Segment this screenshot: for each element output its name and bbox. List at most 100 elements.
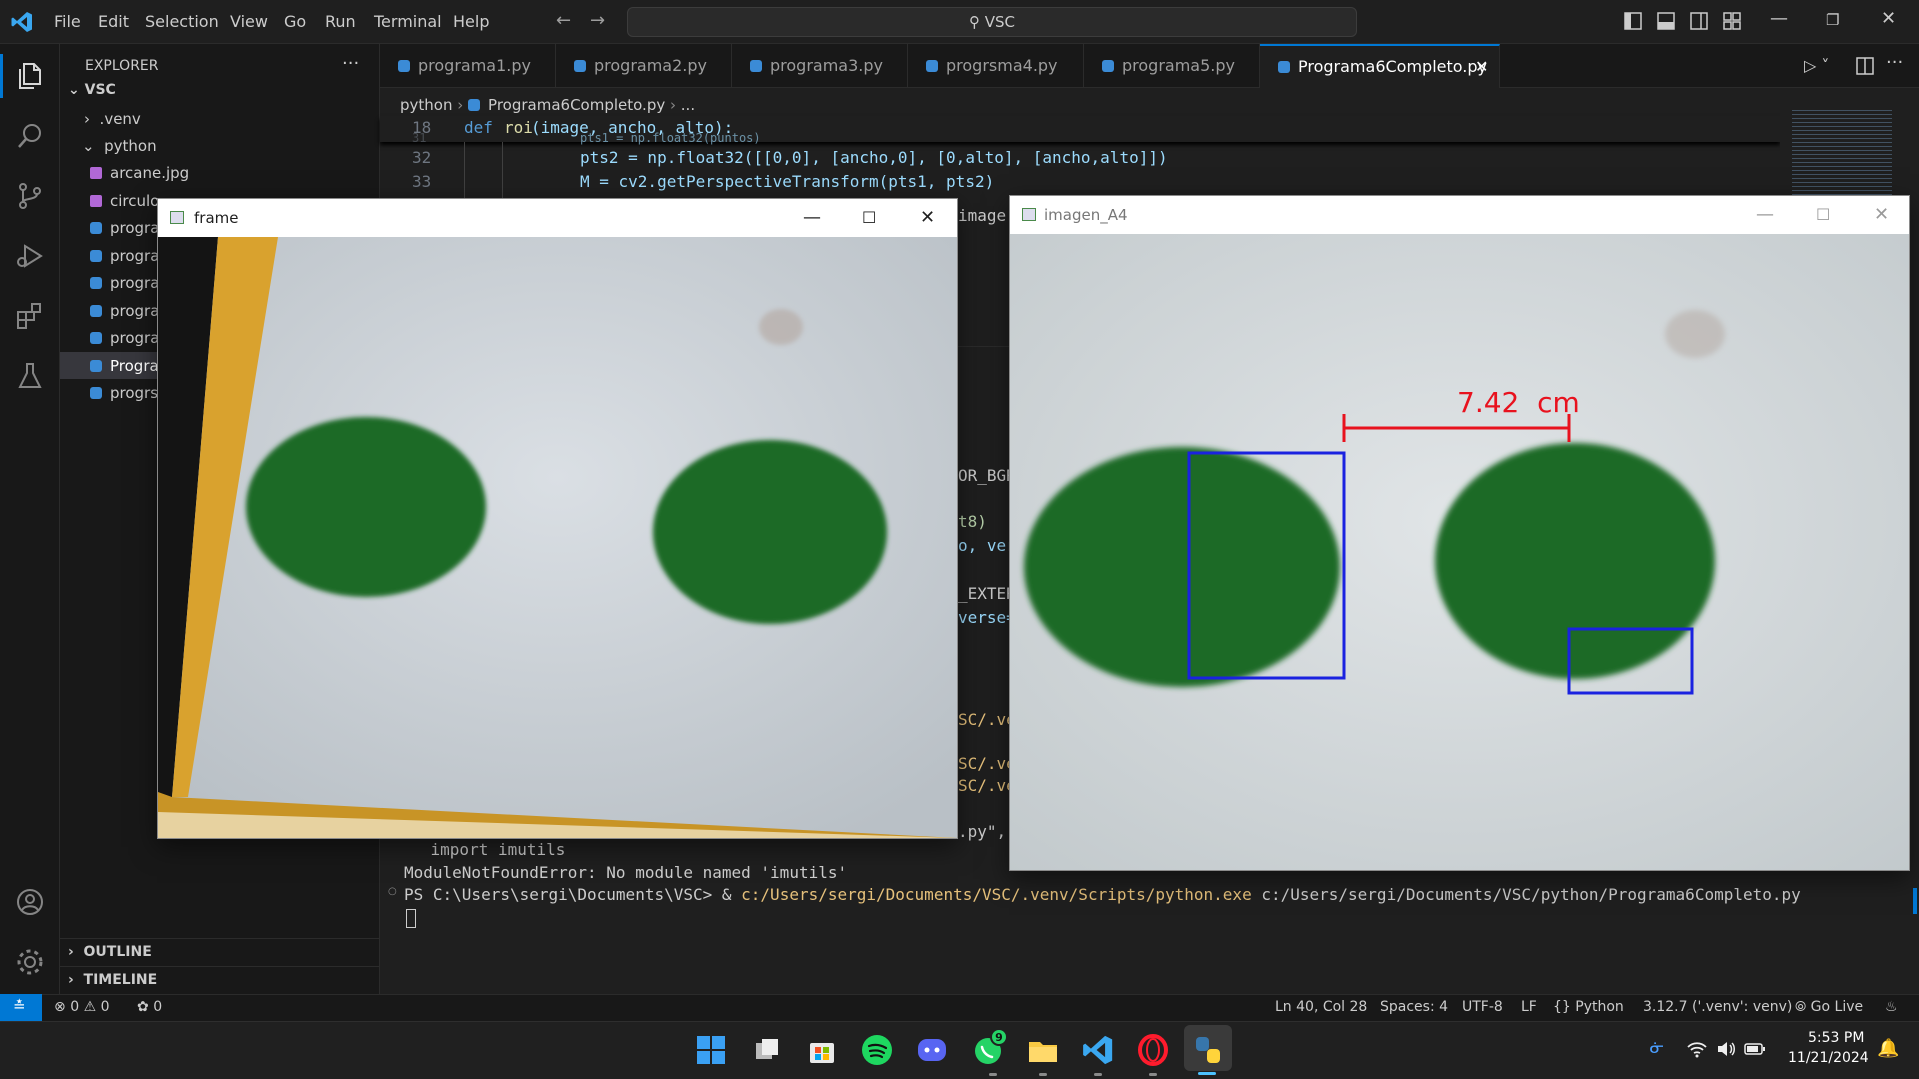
extensions-icon[interactable] — [14, 300, 46, 332]
volume-icon[interactable] — [1716, 1040, 1736, 1058]
cursor-position[interactable]: Ln 40, Col 28 — [1275, 999, 1367, 1015]
tab-programa6completo[interactable]: Programa6Completo.py ✕ — [1260, 44, 1500, 88]
remote-indicator[interactable]: ≛ — [0, 994, 42, 1021]
search-icon: ⚲ — [968, 13, 980, 31]
encoding[interactable]: UTF-8 — [1462, 999, 1503, 1015]
language-mode[interactable]: {} Python — [1553, 999, 1624, 1015]
tree-item-arcane[interactable]: arcane.jpg — [90, 164, 189, 182]
spotify-icon[interactable] — [860, 1033, 894, 1067]
minimize-icon[interactable]: — — [1756, 196, 1774, 234]
tree-item-python[interactable]: ⌄ python — [82, 137, 157, 155]
file-explorer-icon[interactable] — [1026, 1033, 1060, 1067]
green-circle-left — [246, 417, 486, 597]
more-actions-icon[interactable]: ··· — [342, 53, 359, 74]
ports-indicator[interactable]: ✿ 0 — [137, 999, 162, 1015]
windows-start-icon[interactable] — [694, 1033, 728, 1067]
menu-go[interactable]: Go — [284, 12, 306, 31]
problems-indicator[interactable]: ⊗ 0 ⚠ 0 — [54, 999, 110, 1015]
minimize-icon[interactable]: — — [1770, 8, 1788, 29]
menu-help[interactable]: Help — [453, 12, 489, 31]
accounts-icon[interactable] — [14, 886, 46, 918]
breadcrumb-folder[interactable]: python — [400, 96, 452, 114]
toggle-panel-icon[interactable] — [1657, 12, 1675, 30]
menu-run[interactable]: Run — [325, 12, 356, 31]
tree-item-file[interactable]: progrs — [90, 384, 158, 402]
go-live-button[interactable]: ⦾ Go Live — [1795, 999, 1863, 1015]
tree-item-venv[interactable]: › .venv — [84, 110, 141, 128]
python-taskbar-icon[interactable] — [1191, 1033, 1225, 1067]
workspace-root[interactable]: ⌄ VSC — [68, 82, 116, 98]
tab-close-icon[interactable]: ✕ — [1475, 46, 1488, 88]
clock-time[interactable]: 5:53 PM — [1808, 1030, 1864, 1046]
tree-item-active-file[interactable]: Progra — [90, 357, 159, 375]
tab-programa2[interactable]: programa2.py — [556, 44, 732, 88]
run-debug-icon[interactable] — [14, 240, 46, 272]
vscode-taskbar-icon[interactable] — [1081, 1033, 1115, 1067]
task-view-icon[interactable] — [750, 1033, 784, 1067]
tree-item-file[interactable]: progra — [90, 247, 159, 265]
editor-more-icon[interactable]: ··· — [1886, 52, 1903, 73]
menu-terminal[interactable]: Terminal — [374, 12, 442, 31]
clock-date[interactable]: 11/21/2024 — [1788, 1050, 1869, 1066]
code-fragment: o, ver — [958, 536, 1016, 555]
customize-layout-icon[interactable] — [1723, 12, 1741, 30]
toggle-sidebar-icon[interactable] — [1624, 12, 1642, 30]
timeline-section[interactable]: › TIMELINE — [68, 972, 157, 988]
menu-edit[interactable]: Edit — [98, 12, 129, 31]
wifi-icon[interactable] — [1686, 1040, 1708, 1058]
explorer-icon[interactable] — [14, 60, 46, 92]
forward-arrow-icon[interactable]: → — [590, 10, 605, 31]
frame-titlebar[interactable]: frame — ☐ ✕ — [158, 199, 957, 237]
source-control-icon[interactable] — [14, 180, 46, 212]
vscode-logo-icon[interactable] — [10, 10, 34, 34]
tab-progrsma4[interactable]: progrsma4.py — [908, 44, 1084, 88]
discord-icon[interactable] — [915, 1033, 949, 1067]
python-interpreter[interactable]: 3.12.7 ('.venv': venv) — [1643, 999, 1792, 1015]
tree-item-file[interactable]: progra — [90, 274, 159, 292]
settings-gear-icon[interactable] — [14, 946, 46, 978]
tree-item-file[interactable]: progra — [90, 219, 159, 237]
frame-window[interactable]: frame — ☐ ✕ — [157, 198, 958, 839]
notification-bell-icon[interactable]: 🔔 — [1877, 1038, 1899, 1059]
opera-icon[interactable] — [1136, 1033, 1170, 1067]
imagen-a4-window[interactable]: imagen_A4 — ☐ ✕ 7.42 cm — [1009, 195, 1910, 871]
close-icon[interactable]: ✕ — [1874, 196, 1889, 234]
tree-item-file[interactable]: progra — [90, 302, 159, 320]
menu-view[interactable]: View — [230, 12, 268, 31]
python-file-icon — [90, 332, 102, 344]
breadcrumb-file[interactable]: Programa6Completo.py — [488, 96, 665, 114]
restore-icon[interactable]: ❐ — [1826, 11, 1839, 29]
back-arrow-icon[interactable]: ← — [556, 10, 571, 31]
tab-programa1[interactable]: programa1.py — [380, 44, 556, 88]
broadcast-icon: ⦾ — [1795, 999, 1807, 1015]
maximize-icon[interactable]: ☐ — [1816, 196, 1830, 234]
close-icon[interactable]: ✕ — [1881, 8, 1896, 29]
warning-icon: ⚠ — [83, 999, 97, 1015]
indentation[interactable]: Spaces: 4 — [1380, 999, 1448, 1015]
run-file-icon[interactable]: ▷ ˅ — [1804, 56, 1829, 75]
python-file-icon — [90, 250, 102, 262]
breadcrumb-symbol[interactable]: ... — [681, 96, 695, 114]
line-ending[interactable]: LF — [1521, 999, 1537, 1015]
split-editor-icon[interactable] — [1856, 57, 1874, 75]
tree-item-circulo[interactable]: circulo — [90, 192, 159, 210]
tree-item-file[interactable]: progra — [90, 329, 159, 347]
battery-icon[interactable] — [1744, 1043, 1766, 1055]
terminal-panel[interactable]: ModuleNotFoundError: No module named 'im… — [380, 860, 1900, 994]
imagen-titlebar[interactable]: imagen_A4 — ☐ ✕ — [1010, 196, 1909, 234]
microsoft-store-icon[interactable] — [805, 1033, 839, 1067]
tab-programa3[interactable]: programa3.py — [732, 44, 908, 88]
toggle-secondary-sidebar-icon[interactable] — [1690, 12, 1708, 30]
notifications-bell-icon[interactable]: ♨ — [1885, 999, 1898, 1015]
command-center-search[interactable]: ⚲ VSC — [627, 7, 1357, 37]
menu-file[interactable]: File — [54, 12, 81, 31]
minimize-icon[interactable]: — — [803, 199, 821, 237]
bluetooth-icon[interactable]: ᓃ — [1650, 1038, 1664, 1058]
menu-selection[interactable]: Selection — [145, 12, 219, 31]
outline-section[interactable]: › OUTLINE — [68, 944, 152, 960]
testing-flask-icon[interactable] — [14, 360, 46, 392]
search-icon[interactable] — [14, 120, 46, 152]
tab-programa5[interactable]: programa5.py — [1084, 44, 1260, 88]
maximize-icon[interactable]: ☐ — [862, 199, 876, 237]
close-icon[interactable]: ✕ — [920, 199, 935, 237]
